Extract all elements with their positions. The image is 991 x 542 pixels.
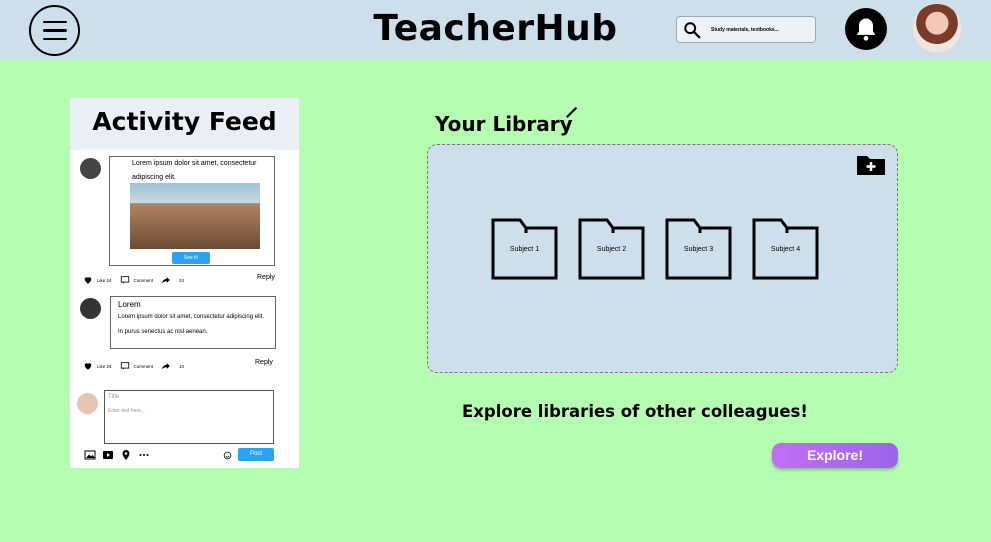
heart-icon[interactable] [83, 275, 93, 285]
pencil-icon[interactable] [565, 105, 579, 119]
top-bar: TeacherHub Study materials, textbooks... [0, 0, 991, 60]
user-avatar[interactable] [912, 3, 962, 53]
heart-icon[interactable] [83, 361, 93, 371]
post-image [130, 183, 260, 249]
more-icon[interactable] [138, 449, 150, 461]
activity-feed: Activity Feed Lorem ipsum dolor sit amet… [70, 98, 299, 468]
explore-button[interactable]: Explore! [772, 443, 898, 468]
share-count: 10 [179, 363, 185, 369]
library-title: Your Library [435, 112, 573, 136]
post-button[interactable]: Post [238, 448, 274, 461]
share-count: 24 [179, 277, 185, 283]
app-title: TeacherHub [373, 8, 618, 49]
post-author-avatar[interactable] [80, 298, 101, 319]
emoji-icon[interactable] [223, 451, 232, 460]
reply-link[interactable]: Reply [257, 274, 275, 281]
comment-icon[interactable] [120, 275, 130, 285]
folder-label: Subject 3 [683, 246, 714, 253]
folder-subject-1[interactable]: Subject 1 [491, 218, 558, 280]
like-count: Like 24 [97, 277, 112, 283]
folder-label: Subject 1 [509, 246, 540, 253]
folder-subject-4[interactable]: Subject 4 [752, 218, 819, 280]
compose-title-field[interactable]: Title [105, 391, 273, 400]
compose-box[interactable]: Title Enter text here... [104, 390, 274, 444]
reply-link[interactable]: Reply [255, 359, 273, 366]
see-it-button[interactable]: See it! [172, 252, 210, 264]
post-card: Lorem ipsum dolor sit amet, consectetur … [109, 156, 275, 266]
composer-avatar [77, 393, 98, 414]
folder-subject-3[interactable]: Subject 3 [665, 218, 732, 280]
search-icon [684, 21, 701, 38]
comment-icon[interactable] [120, 361, 130, 371]
explore-heading: Explore libraries of other colleagues! [462, 402, 808, 421]
share-icon[interactable] [161, 275, 171, 285]
post-card: Lorem Lorem ipsum dolor sit amet, consec… [110, 296, 276, 349]
video-icon[interactable] [102, 449, 114, 461]
add-folder-icon[interactable] [857, 153, 885, 175]
post-text: Lorem ipsum dolor sit amet, consectetur … [132, 160, 257, 181]
post-title: Lorem [118, 300, 141, 309]
image-icon[interactable] [84, 449, 96, 461]
search-input[interactable]: Study materials, textbooks... [676, 16, 816, 43]
post-text: Lorem ipsum dolor sit amet, consectetur … [118, 314, 265, 335]
post-actions: Like 24 Comment 24 [83, 275, 184, 285]
folder-subject-2[interactable]: Subject 2 [578, 218, 645, 280]
search-placeholder: Study materials, textbooks... [711, 26, 779, 33]
like-count: Like 24 [97, 363, 112, 369]
folder-label: Subject 4 [770, 246, 801, 253]
library-panel: Subject 1 Subject 2 Subject 3 Subject 4 [427, 144, 898, 373]
comment-label: Comment [133, 277, 154, 283]
feed-title: Activity Feed [70, 98, 299, 150]
compose-text-field[interactable]: Enter text here... [105, 400, 273, 414]
post-author-avatar[interactable] [80, 158, 101, 179]
location-icon[interactable] [120, 449, 132, 461]
bell-icon[interactable] [845, 8, 887, 50]
share-icon[interactable] [161, 361, 171, 371]
post-actions: Like 24 Comment 10 [83, 361, 184, 371]
comment-label: Comment [133, 363, 154, 369]
folder-label: Subject 2 [596, 246, 627, 253]
